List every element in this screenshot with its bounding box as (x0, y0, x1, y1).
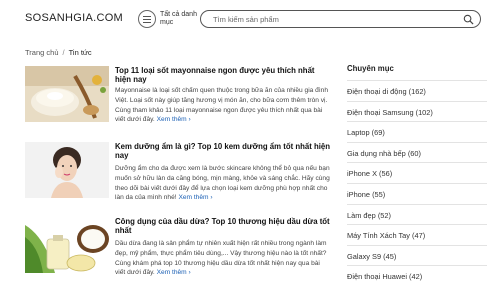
article-summary: Dưỡng ẩm cho da được xem là bước skincar… (115, 165, 330, 202)
category-list: Điện thoại di động (162) Điện thoại Sams… (347, 80, 487, 286)
coconut-oil-image (25, 217, 109, 273)
category-item[interactable]: Gia dụng nhà bếp (60) (347, 141, 487, 163)
article-summary: Mayonnaise là loại sốt chấm quen thuộc t… (115, 87, 328, 124)
category-item[interactable]: Điện thoại Samsung (102) (347, 100, 487, 122)
category-item[interactable]: iPhone (55) (347, 182, 487, 204)
category-sidebar: Chuyên mục Điện thoại di động (162) Điện… (347, 64, 487, 286)
mayonnaise-bowl-image (25, 66, 109, 122)
category-item[interactable]: Điện thoại di động (162) (347, 80, 487, 101)
read-more-link[interactable]: Xem thêm (178, 194, 208, 201)
all-categories-button[interactable]: Tất cả danh mục (160, 11, 200, 27)
category-item[interactable]: Laptop (69) (347, 121, 487, 142)
site-header: SOSANHGIA.COM Tất cả danh mục Tìm kiếm s… (0, 0, 500, 38)
breadcrumb: Trang chủ / Tin tức (25, 48, 92, 57)
breadcrumb-home[interactable]: Trang chủ (25, 48, 59, 57)
sidebar-title: Chuyên mục (347, 64, 394, 73)
breadcrumb-current: Tin tức (68, 48, 92, 57)
search-box[interactable]: Tìm kiếm sản phẩm (200, 10, 481, 28)
article-item: Kem dưỡng ẩm là gì? Top 10 kem dưỡng ẩm … (25, 142, 331, 212)
site-logo[interactable]: SOSANHGIA.COM (25, 12, 123, 24)
article-thumbnail[interactable] (25, 217, 109, 273)
article-description: Dầu dừa đang là sản phẩm tự nhiên xuất h… (115, 239, 331, 278)
article-item: Top 11 loại sốt mayonnaise ngon được yêu… (25, 66, 331, 136)
category-item[interactable]: Điện thoại Huawei (42) (347, 265, 487, 286)
category-item[interactable]: Làm đẹp (52) (347, 203, 487, 225)
chevron-right-icon: › (208, 194, 213, 202)
chevron-right-icon: › (186, 269, 191, 277)
chevron-right-icon: › (186, 116, 191, 124)
category-item[interactable]: iPhone X (56) (347, 162, 487, 183)
read-more-link[interactable]: Xem thêm (157, 116, 187, 123)
article-summary: Dầu dừa đang là sản phẩm tự nhiên xuất h… (115, 240, 327, 277)
search-input[interactable]: Tìm kiếm sản phẩm (213, 15, 279, 24)
category-item[interactable]: Máy Tính Xách Tay (47) (347, 224, 487, 245)
read-more-link[interactable]: Xem thêm (157, 269, 187, 276)
article-item: Công dụng của dầu dừa? Top 10 thương hiệ… (25, 217, 331, 287)
category-item[interactable]: Galaxy S9 (45) (347, 244, 487, 266)
woman-moisturizer-image (25, 142, 109, 198)
article-thumbnail[interactable] (25, 66, 109, 122)
article-description: Mayonnaise là loại sốt chấm quen thuộc t… (115, 86, 331, 125)
article-description: Dưỡng ẩm cho da được xem là bước skincar… (115, 164, 331, 203)
menu-icon[interactable] (138, 10, 156, 28)
article-thumbnail[interactable] (25, 142, 109, 198)
article-title[interactable]: Top 11 loại sốt mayonnaise ngon được yêu… (115, 66, 331, 84)
search-icon[interactable] (463, 14, 474, 25)
breadcrumb-separator: / (62, 48, 65, 57)
article-title[interactable]: Công dụng của dầu dừa? Top 10 thương hiệ… (115, 217, 331, 235)
article-title[interactable]: Kem dưỡng ẩm là gì? Top 10 kem dưỡng ẩm … (115, 142, 331, 160)
